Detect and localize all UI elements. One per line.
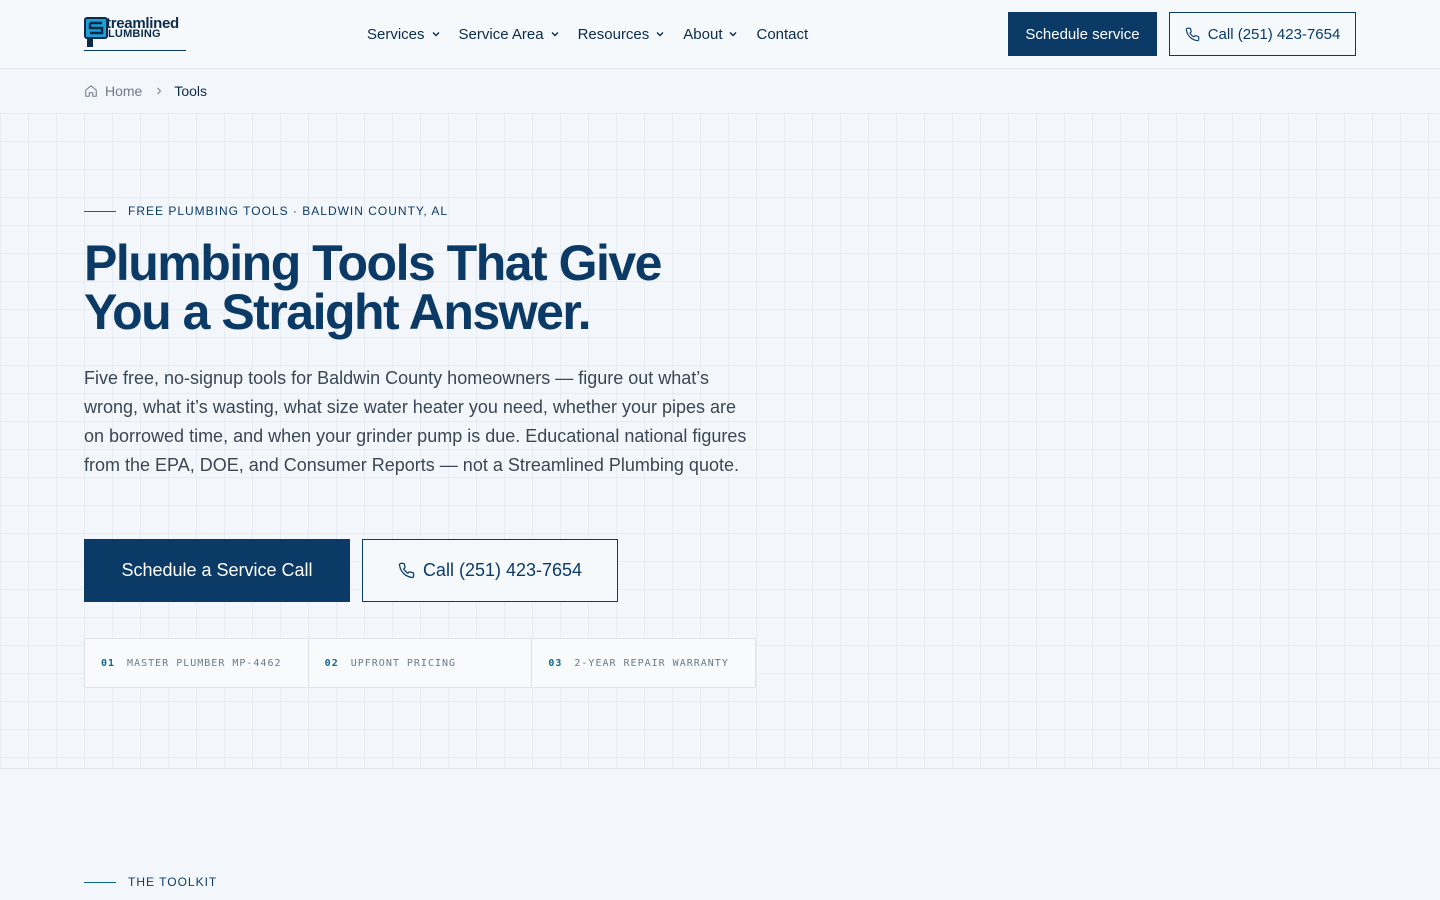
nav-item-label: Resources xyxy=(577,25,650,43)
home-icon xyxy=(85,85,97,97)
page-title: Plumbing Tools That Give You a Straight … xyxy=(84,235,663,340)
hero-section: FREE PLUMBING TOOLS · BALDWIN COUNTY, AL… xyxy=(0,113,1440,769)
trust-badges: 01 MASTER PLUMBER MP-4462 02 UPFRONT PRI… xyxy=(84,638,756,688)
chevron-down-icon xyxy=(551,32,559,37)
trust-badge-label: 2-YEAR REPAIR WARRANTY xyxy=(574,657,729,669)
toolkit-eyebrow: THE TOOLKIT xyxy=(84,875,217,889)
main-nav: Services Service Area Resources About Co… xyxy=(367,22,826,46)
logo-text-secondary: LUMBING xyxy=(108,28,161,40)
hero-eyebrow-text: FREE PLUMBING TOOLS · BALDWIN COUNTY, AL xyxy=(128,204,449,218)
nav-item-label: Contact xyxy=(756,25,809,43)
hero-description: Five free, no-signup tools for Baldwin C… xyxy=(84,368,747,475)
phone-icon xyxy=(1185,27,1200,41)
schedule-service-button[interactable]: Schedule service xyxy=(1008,12,1157,56)
trust-badge-label: UPFRONT PRICING xyxy=(350,657,457,669)
trust-badge: 03 2-YEAR REPAIR WARRANTY xyxy=(532,639,755,687)
nav-item-label: Services xyxy=(367,25,425,43)
site-header: treamlined LUMBING Services Service Area… xyxy=(0,0,1440,69)
eyebrow-line xyxy=(84,881,116,883)
trust-badge-number: 01 xyxy=(101,657,116,669)
nav-item-service-area[interactable]: Service Area xyxy=(459,26,560,43)
chevron-down-icon xyxy=(656,32,664,37)
call-button-label: Call (251) 423-7654 xyxy=(1207,25,1341,43)
call-button[interactable]: Call (251) 423-7654 xyxy=(1169,12,1356,56)
phone-icon xyxy=(398,562,415,579)
trust-badge: 02 UPFRONT PRICING xyxy=(309,639,533,687)
chevron-down-icon xyxy=(432,32,440,37)
trust-badge-number: 02 xyxy=(324,657,339,669)
nav-item-label: Service Area xyxy=(458,25,544,43)
nav-item-contact[interactable]: Contact xyxy=(756,26,808,43)
nav-item-resources[interactable]: Resources xyxy=(578,26,666,43)
toolkit-eyebrow-text: THE TOOLKIT xyxy=(128,875,218,889)
chevron-right-icon xyxy=(154,86,164,96)
trust-badge-number: 03 xyxy=(548,657,563,669)
trust-badge-label: MASTER PLUMBER MP-4462 xyxy=(127,657,282,669)
logo-mark-icon xyxy=(84,17,108,47)
trust-badge: 01 MASTER PLUMBER MP-4462 xyxy=(85,639,309,687)
nav-item-services[interactable]: Services xyxy=(367,26,441,43)
schedule-service-call-button[interactable]: Schedule a Service Call xyxy=(84,539,350,602)
breadcrumb-home[interactable]: Home xyxy=(84,83,142,99)
breadcrumb-current: Tools xyxy=(174,83,208,99)
breadcrumb: Home Tools xyxy=(84,82,207,100)
nav-item-about[interactable]: About xyxy=(683,26,738,43)
hero-call-button[interactable]: Call (251) 423-7654 xyxy=(362,539,618,602)
chevron-down-icon xyxy=(729,32,737,37)
nav-item-label: About xyxy=(683,25,723,43)
logo[interactable]: treamlined LUMBING xyxy=(84,15,186,51)
breadcrumb-home-label: Home xyxy=(105,83,143,99)
hero-eyebrow: FREE PLUMBING TOOLS · BALDWIN COUNTY, AL xyxy=(84,204,448,218)
hero-call-button-label: Call (251) 423-7654 xyxy=(422,560,583,580)
eyebrow-line xyxy=(84,210,116,212)
